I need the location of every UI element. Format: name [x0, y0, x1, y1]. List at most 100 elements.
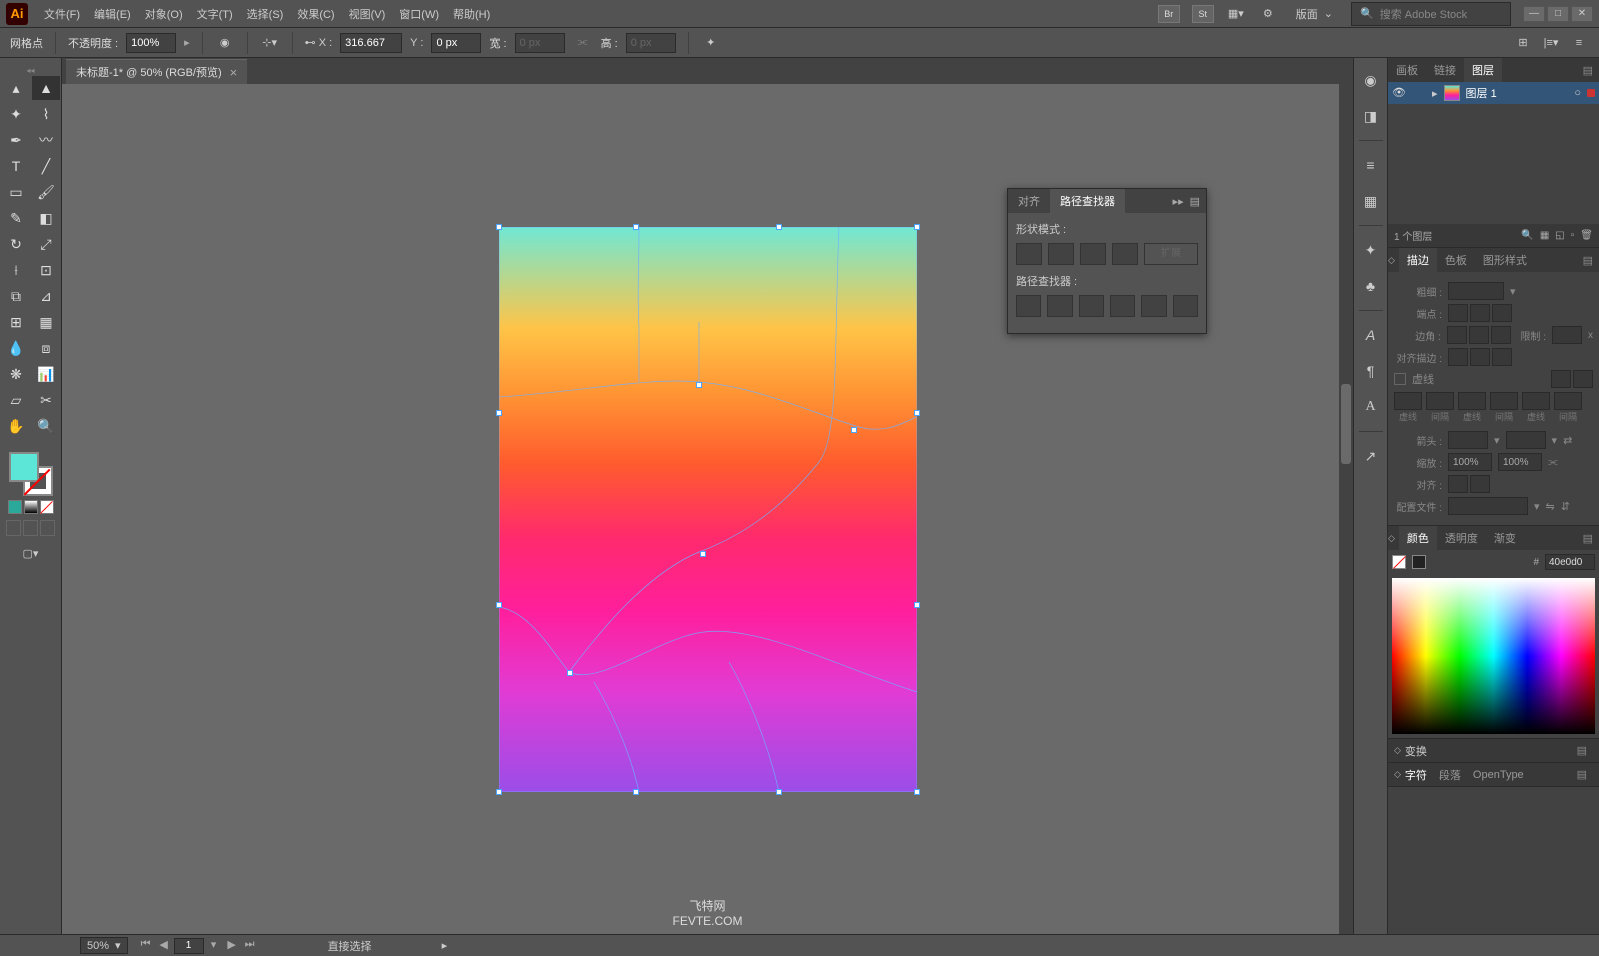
screen-mode-button[interactable]: ▢▾ — [17, 542, 45, 564]
arrange-docs-icon[interactable]: ▦▾ — [1226, 4, 1246, 24]
arrow-end-button[interactable] — [1470, 475, 1490, 493]
next-page-button[interactable]: ▶ — [224, 938, 240, 954]
draw-behind[interactable] — [23, 520, 38, 536]
dashed-checkbox[interactable] — [1394, 373, 1406, 385]
pathfinder-panel[interactable]: 对齐 路径查找器 ▸▸▤ 形状模式 : 扩展 路径查找器 : — [1007, 188, 1207, 334]
graphic-styles-tab[interactable]: 图形样式 — [1475, 248, 1535, 272]
menu-type[interactable]: 文字(T) — [191, 2, 239, 26]
scroll-thumb[interactable] — [1341, 384, 1351, 464]
color-mode-btn[interactable] — [8, 500, 22, 514]
selection-handle[interactable] — [914, 789, 920, 795]
shape-builder-tool[interactable]: ⧉ — [2, 284, 30, 308]
color-dock-icon[interactable]: ◉ — [1359, 68, 1383, 92]
transform-panel-collapsed[interactable]: ◇ 变换 ▤ — [1388, 739, 1599, 763]
workspace-switcher[interactable]: 版面 ⌄ — [1290, 6, 1339, 22]
corner-bevel-button[interactable] — [1491, 326, 1511, 344]
menu-edit[interactable]: 编辑(E) — [88, 2, 137, 26]
locate-icon[interactable]: 🔍 — [1521, 230, 1533, 241]
stock-icon[interactable]: St — [1192, 5, 1214, 23]
slice-tool[interactable]: ✂ — [32, 388, 60, 412]
weight-input[interactable] — [1448, 282, 1504, 300]
close-button[interactable]: ✕ — [1571, 6, 1593, 22]
isolate-icon[interactable]: ✦ — [701, 33, 721, 53]
shaper-tool[interactable]: ✎ — [2, 206, 30, 230]
brushes-dock-icon[interactable]: ✦ — [1359, 238, 1383, 262]
minus-back-button[interactable] — [1173, 295, 1198, 317]
fill-stroke-swatches[interactable] — [9, 452, 53, 496]
gradient-tab[interactable]: 渐变 — [1486, 526, 1524, 550]
panel-menu-icon[interactable]: ▤ — [1571, 768, 1593, 781]
cap-butt-button[interactable] — [1448, 304, 1468, 322]
gradient-tool[interactable]: ▦ — [32, 310, 60, 334]
type-tool[interactable]: T — [2, 154, 30, 178]
selection-handle[interactable] — [700, 551, 706, 557]
magic-wand-tool[interactable]: ✦ — [2, 102, 30, 126]
bridge-icon[interactable]: Br — [1158, 5, 1180, 23]
selection-handle[interactable] — [567, 670, 573, 676]
menu-object[interactable]: 对象(O) — [139, 2, 189, 26]
selection-handle[interactable] — [496, 602, 502, 608]
arrow-end-input[interactable] — [1506, 431, 1546, 449]
recolor-icon[interactable]: ◉ — [215, 33, 235, 53]
swatches-dock-icon[interactable]: ▦ — [1359, 189, 1383, 213]
symbols-dock-icon[interactable]: ♣ — [1359, 274, 1383, 298]
cap-projecting-button[interactable] — [1492, 304, 1512, 322]
panel-menu-icon[interactable]: ▤ — [1577, 254, 1599, 267]
align-tab[interactable]: 对齐 — [1008, 189, 1050, 213]
collapse-icon[interactable]: ◇ — [1388, 533, 1395, 544]
dash-input[interactable] — [1458, 392, 1486, 410]
divide-button[interactable] — [1016, 295, 1041, 317]
flip-h-icon[interactable]: ⇋ — [1546, 500, 1555, 513]
close-tab-icon[interactable]: × — [230, 65, 238, 80]
panel-menu-icon[interactable]: ▤ — [1571, 744, 1593, 757]
selection-tool[interactable]: ▴ — [2, 76, 30, 100]
swap-arrows-icon[interactable]: ⇄ — [1563, 434, 1572, 447]
layer-row[interactable]: 👁 ▸ 图层 1 ○ — [1388, 82, 1599, 104]
width-tool[interactable]: ⟊ — [2, 258, 30, 282]
artboard[interactable] — [499, 227, 917, 792]
profile-input[interactable] — [1448, 497, 1528, 515]
paragraph-dock-icon[interactable]: ¶ — [1359, 359, 1383, 383]
color-tab[interactable]: 颜色 — [1399, 526, 1437, 550]
layer-name[interactable]: 图层 1 — [1466, 85, 1569, 101]
perspective-tool[interactable]: ⊿ — [32, 284, 60, 308]
artboards-tab[interactable]: 画板 — [1388, 58, 1426, 82]
selection-handle[interactable] — [496, 789, 502, 795]
limit-input[interactable] — [1552, 326, 1582, 344]
align-icon[interactable]: |≡▾ — [1541, 33, 1561, 53]
panel-menu-icon[interactable]: ▤ — [1577, 64, 1599, 77]
transform-icon[interactable]: ⊹▾ — [260, 33, 280, 53]
rectangle-tool[interactable]: ▭ — [2, 180, 30, 204]
line-tool[interactable]: ╱ — [32, 154, 60, 178]
pathfinder-tab[interactable]: 路径查找器 — [1050, 189, 1125, 213]
fill-swatch[interactable] — [9, 452, 39, 482]
align-center-button[interactable] — [1448, 348, 1468, 366]
corner-round-button[interactable] — [1469, 326, 1489, 344]
gap-input[interactable] — [1490, 392, 1518, 410]
target-icon[interactable]: ○ — [1574, 87, 1581, 99]
transparency-tab[interactable]: 透明度 — [1437, 526, 1486, 550]
flip-v-icon[interactable]: ⇵ — [1561, 500, 1570, 513]
character-panel-collapsed[interactable]: ◇ 字符 段落 OpenType ▤ — [1388, 763, 1599, 787]
character-dock-icon[interactable]: A — [1359, 323, 1383, 347]
opacity-arrow-icon[interactable]: ▸ — [184, 36, 190, 49]
opacity-input[interactable] — [126, 33, 176, 53]
arrow-tip-button[interactable] — [1448, 475, 1468, 493]
first-page-button[interactable]: ⏮ — [138, 938, 154, 954]
make-clip-icon[interactable]: ▦ — [1540, 230, 1549, 241]
visibility-icon[interactable]: 👁 — [1392, 86, 1406, 100]
layers-tab[interactable]: 图层 — [1464, 58, 1502, 82]
selection-handle[interactable] — [633, 789, 639, 795]
zoom-tool[interactable]: 🔍 — [32, 414, 60, 438]
page-dropdown-icon[interactable]: ▾ — [206, 938, 222, 954]
lasso-tool[interactable]: ⌇ — [32, 102, 60, 126]
menu-window[interactable]: 窗口(W) — [393, 2, 445, 26]
hand-tool[interactable]: ✋ — [2, 414, 30, 438]
mini-fill-swatch[interactable] — [1392, 555, 1406, 569]
curvature-tool[interactable]: 〰 — [32, 128, 60, 152]
selection-handle[interactable] — [914, 410, 920, 416]
stroke-dock-icon[interactable]: ≡ — [1359, 153, 1383, 177]
cap-round-button[interactable] — [1470, 304, 1490, 322]
page-input[interactable] — [174, 938, 204, 954]
align-pixel-icon[interactable]: ⊞ — [1513, 33, 1533, 53]
